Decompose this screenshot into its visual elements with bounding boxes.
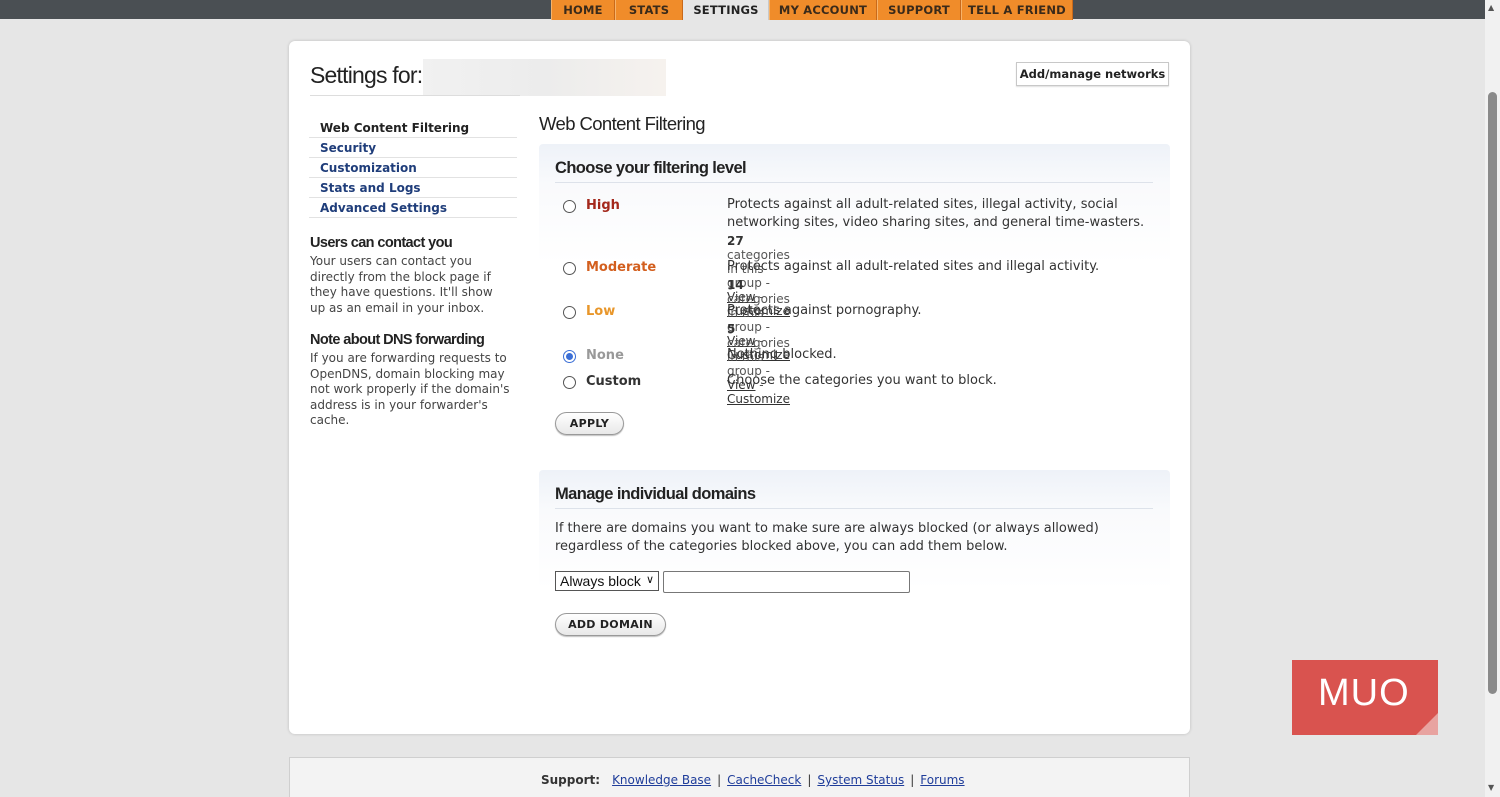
level-count-low: 5 [727,322,736,336]
contact-note: Users can contact you Your users can con… [310,235,510,316]
add-domain-button[interactable]: ADD DOMAIN [555,613,666,636]
add-manage-networks-button[interactable]: Add/manage networks [1016,62,1169,86]
tab-settings[interactable]: SETTINGS [683,0,769,20]
level-description-high: Protects against all adult-related sites… [727,197,1145,230]
sidebar-item-security[interactable]: Security [309,138,517,158]
radio-high[interactable] [563,200,576,213]
level-count-moderate: 14 [727,278,744,292]
level-description-custom: Choose the categories you want to block. [727,373,997,388]
redacted-network-name [423,59,666,96]
section-title: Web Content Filtering [539,113,706,134]
support-label: Support: [541,773,601,787]
level-label-custom[interactable]: Custom [586,374,641,389]
radio-none[interactable] [563,350,576,363]
tab-stats[interactable]: STATS [615,0,683,20]
footer: Support: Knowledge Base | CacheCheck | S… [289,757,1190,797]
footer-link-system-status[interactable]: System Status [817,773,904,787]
level-description-moderate: Protects against all adult-related sites… [727,259,1100,274]
manage-domains-box: Manage individual domains If there are d… [539,470,1170,670]
customize-link-low[interactable]: Customize [727,392,790,406]
tab-support[interactable]: SUPPORT [877,0,961,20]
domains-description: If there are domains you want to make su… [555,521,1099,554]
level-label-moderate[interactable]: Moderate [586,260,656,275]
settings-sidebar: Web Content Filtering Security Customiza… [309,118,517,218]
footer-link-knowledge-base[interactable]: Knowledge Base [612,773,711,787]
level-meta-low: 5 categories in this group - View - Cust… [727,322,790,406]
level-description-low: Protects against pornography. [727,303,922,318]
title-divider [310,95,520,96]
sidebar-item-web-content-filtering[interactable]: Web Content Filtering [309,118,517,138]
scroll-down-icon[interactable]: ▼ [1488,783,1494,792]
filtering-level-box: Choose your filtering level High Protect… [539,144,1170,444]
footer-link-forums[interactable]: Forums [920,773,964,787]
settings-panel: Settings for: Add/manage networks Web Co… [289,41,1190,734]
radio-low[interactable] [563,306,576,319]
footer-link-cachecheck[interactable]: CacheCheck [727,773,801,787]
sidebar-item-advanced-settings[interactable]: Advanced Settings [309,198,517,218]
level-count-high: 27 [727,234,744,248]
contact-note-text: Your users can contact you directly from… [310,254,493,315]
block-mode-select[interactable]: Always block ∨ [555,571,659,591]
dns-note-text: If you are forwarding requests to OpenDN… [310,351,510,427]
muo-watermark-logo: MUO [1292,660,1438,735]
page-title: Settings for: [310,62,423,88]
dns-note-heading: Note about DNS forwarding [310,332,485,348]
level-description-none: Nothing blocked. [727,347,837,362]
radio-custom[interactable] [563,376,576,389]
tab-tell-a-friend[interactable]: TELL A FRIEND [961,0,1073,20]
scroll-up-icon[interactable]: ▲ [1488,3,1494,12]
domains-heading: Manage individual domains [555,485,756,503]
chevron-down-icon: ∨ [645,574,654,586]
level-label-low[interactable]: Low [586,304,615,319]
level-label-none[interactable]: None [586,348,624,363]
block-mode-value: Always block [560,573,641,589]
apply-button[interactable]: APPLY [555,412,624,435]
page-scrollbar[interactable]: ▲ ▼ [1485,0,1500,797]
dns-note: Note about DNS forwarding If you are for… [310,332,510,429]
domain-input[interactable] [663,571,910,593]
radio-moderate[interactable] [563,262,576,275]
watermark-text: MUO [1318,672,1410,714]
sidebar-item-customization[interactable]: Customization [309,158,517,178]
filtering-heading: Choose your filtering level [555,159,747,177]
tab-home[interactable]: HOME [551,0,615,20]
sidebar-item-stats-and-logs[interactable]: Stats and Logs [309,178,517,198]
domains-divider [555,508,1153,509]
main-nav: HOME STATS SETTINGS MY ACCOUNT SUPPORT T… [551,0,1073,20]
filtering-divider [555,182,1153,183]
footer-separator: | [717,773,722,787]
scrollbar-thumb[interactable] [1488,92,1497,694]
level-label-high[interactable]: High [586,198,620,213]
contact-note-heading: Users can contact you [310,235,453,251]
support-links: Support: Knowledge Base | CacheCheck | S… [541,773,965,787]
footer-separator: | [807,773,812,787]
tab-my-account[interactable]: MY ACCOUNT [769,0,877,20]
footer-separator: | [910,773,915,787]
